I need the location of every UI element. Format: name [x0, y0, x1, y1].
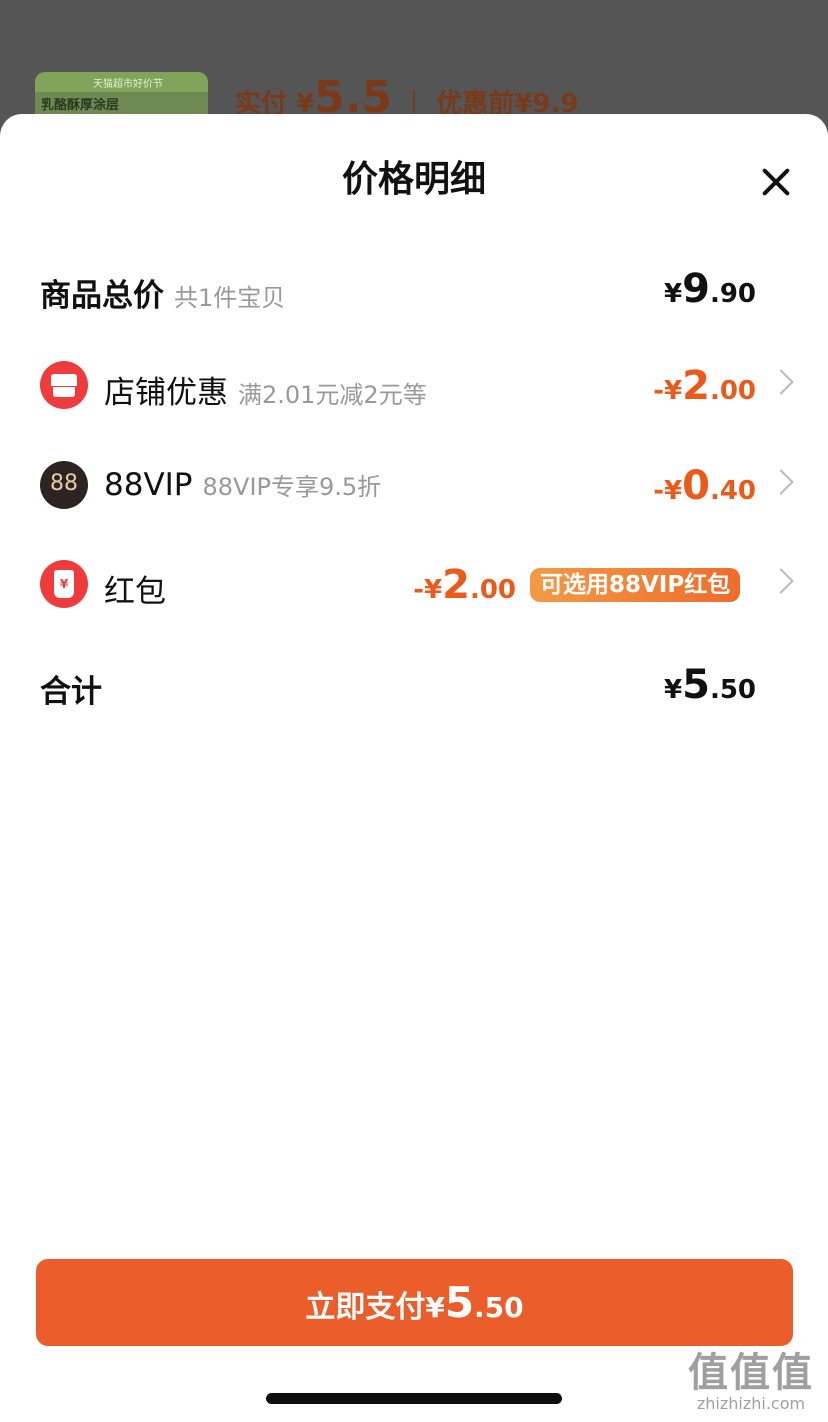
row-red-packet[interactable]: ¥ 红包 -¥2.00 可选用88VIP红包 — [0, 554, 828, 614]
total-goods-sub: 共1件宝贝 — [174, 284, 286, 312]
vip-icon: 88 — [40, 461, 88, 509]
shop-discount-sub: 满2.01元减2元等 — [238, 381, 427, 409]
row-total-goods: 商品总价 共1件宝贝 ¥9.90 — [0, 258, 828, 318]
chevron-right-icon[interactable] — [768, 369, 794, 395]
shop-discount-label: 店铺优惠 — [104, 375, 228, 411]
vip-red-packet-badge[interactable]: 可选用88VIP红包 — [530, 568, 741, 602]
red-packet-icon: ¥ — [40, 560, 88, 608]
row-88vip[interactable]: 88 88VIP 88VIP专享9.5折 -¥0.40 — [0, 455, 828, 515]
red-packet-amount: -¥2.00 — [413, 562, 516, 608]
background-page-header: 天猫超市好价节 乳酪酥厚涂层 实付 ¥5.5 优惠前¥9.9 — [0, 0, 828, 142]
vip-amount: -¥0.40 — [653, 463, 756, 509]
total-goods-amount: ¥9.90 — [664, 266, 756, 312]
total-goods-label: 商品总价 — [40, 278, 164, 314]
vip-label: 88VIP — [104, 467, 193, 503]
thumbnail-caption: 天猫超市好价节 — [93, 79, 163, 90]
sheet-title: 价格明细 — [341, 159, 486, 200]
chevron-right-icon[interactable] — [768, 568, 794, 594]
price-detail-sheet: 价格明细 商品总价 共1件宝贝 ¥9.90 店铺优惠 满2.01元减2元等 -¥2.… — [0, 114, 828, 1422]
pay-now-label: 立即支付 — [305, 1290, 426, 1325]
pay-now-button[interactable]: 立即支付¥5.50 — [36, 1259, 793, 1346]
row-sum: 合计 ¥5.50 — [0, 654, 828, 714]
chevron-right-icon[interactable] — [768, 469, 794, 495]
thumbnail-label: 乳酪酥厚涂层 — [41, 98, 120, 113]
shop-icon — [40, 361, 88, 409]
sum-label: 合计 — [40, 674, 102, 710]
home-indicator[interactable] — [266, 1393, 562, 1404]
shop-discount-amount: -¥2.00 — [653, 363, 756, 409]
close-icon[interactable] — [760, 166, 792, 198]
row-shop-discount[interactable]: 店铺优惠 满2.01元减2元等 -¥2.00 — [0, 355, 828, 415]
sum-amount: ¥5.50 — [664, 662, 756, 708]
vip-sub: 88VIP专享9.5折 — [202, 473, 382, 501]
watermark: 值值值 zhizhizhi.com — [688, 1350, 814, 1413]
red-packet-label: 红包 — [104, 574, 166, 610]
